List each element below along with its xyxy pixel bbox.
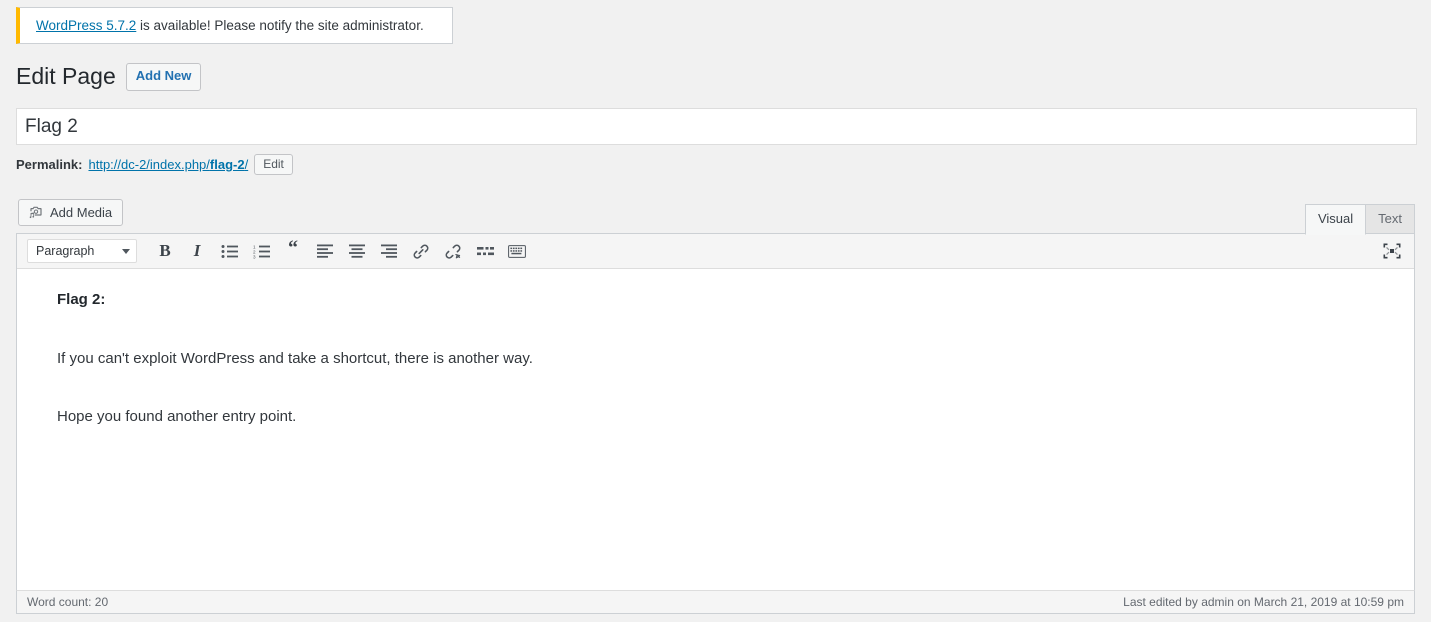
insert-read-more-button[interactable] xyxy=(471,238,499,264)
toggle-toolbar-button[interactable] xyxy=(503,238,531,264)
italic-button[interactable]: I xyxy=(183,238,211,264)
editor-status-bar: Word count: 20 Last edited by admin on M… xyxy=(16,590,1415,614)
update-notice: WordPress 5.7.2 is available! Please not… xyxy=(16,7,453,44)
add-media-label: Add Media xyxy=(50,204,113,220)
post-title-input[interactable] xyxy=(16,108,1417,145)
numbered-list-button[interactable]: 1 2 3 xyxy=(247,238,275,264)
tab-text[interactable]: Text xyxy=(1366,204,1415,236)
permalink-link[interactable]: http://dc-2/index.php/flag-2/ xyxy=(88,157,248,172)
notice-text: WordPress 5.7.2 is available! Please not… xyxy=(36,18,424,33)
page-title: Edit Page xyxy=(16,63,116,89)
bulleted-list-button[interactable] xyxy=(215,238,243,264)
word-count: Word count: 20 xyxy=(27,595,109,609)
permalink-label: Permalink: xyxy=(16,157,83,172)
wordpress-version-link[interactable]: WordPress 5.7.2 xyxy=(36,18,136,33)
add-media-button[interactable]: Add Media xyxy=(18,199,124,226)
blockquote-button[interactable]: “ xyxy=(279,238,307,264)
paragraph-format-select[interactable]: Paragraph xyxy=(27,239,137,263)
editor-toolbar: Paragraph B I 1 2 3 “ xyxy=(17,234,1414,269)
permalink-row: Permalink: http://dc-2/index.php/flag-2/… xyxy=(16,154,293,175)
tab-visual[interactable]: Visual xyxy=(1304,204,1367,236)
add-new-button[interactable]: Add New xyxy=(125,63,202,91)
page-heading-row: Edit Page Add New xyxy=(16,62,202,92)
align-center-button[interactable] xyxy=(343,238,371,264)
unlink-button[interactable] xyxy=(439,238,467,264)
permalink-suffix: / xyxy=(244,157,249,172)
distraction-free-button[interactable] xyxy=(1378,238,1406,264)
content-paragraph-1: If you can't exploit WordPress and take … xyxy=(57,349,533,367)
align-right-button[interactable] xyxy=(375,238,403,264)
align-left-button[interactable] xyxy=(311,238,339,264)
editor-content-area[interactable]: Flag 2: If you can't exploit WordPress a… xyxy=(17,269,1414,612)
svg-text:3: 3 xyxy=(253,254,256,259)
editor-mode-tabs: Visual Text xyxy=(1304,204,1415,236)
bold-button[interactable]: B xyxy=(151,238,179,264)
edit-permalink-button[interactable]: Edit xyxy=(254,154,293,175)
insert-link-button[interactable] xyxy=(407,238,435,264)
permalink-prefix: http://dc-2/index.php/ xyxy=(88,157,210,172)
last-edited-info: Last edited by admin on March 21, 2019 a… xyxy=(1123,595,1404,609)
notice-rest-text: is available! Please notify the site adm… xyxy=(136,18,424,33)
permalink-slug: flag-2 xyxy=(209,157,245,172)
add-media-icon xyxy=(28,204,44,220)
content-heading: Flag 2: xyxy=(57,291,106,308)
chevron-down-icon xyxy=(122,248,130,254)
content-editor: Paragraph B I 1 2 3 “ Flag 2: If you can… xyxy=(16,233,1415,613)
format-select-value: Paragraph xyxy=(36,244,95,258)
wordpress-edit-page-screen: WordPress 5.7.2 is available! Please not… xyxy=(0,0,1431,622)
content-paragraph-2: Hope you found another entry point. xyxy=(57,408,297,425)
